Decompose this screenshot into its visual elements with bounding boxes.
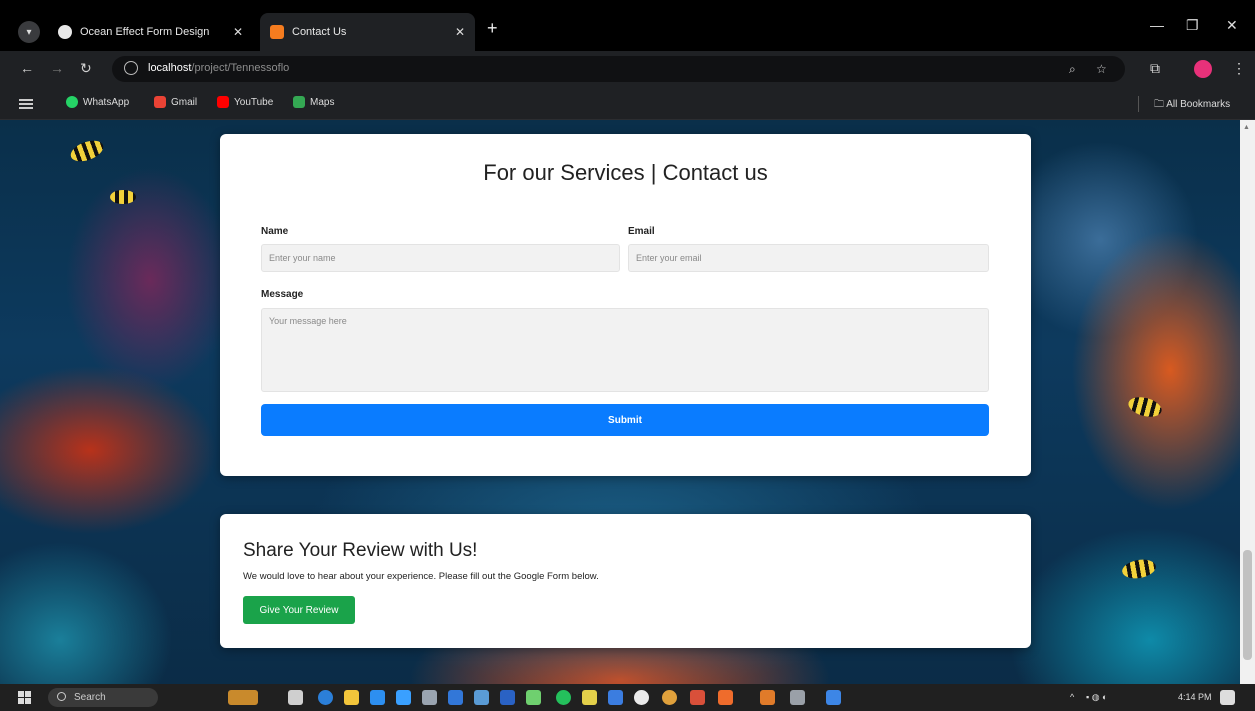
app-icon[interactable] <box>662 690 677 705</box>
close-window-icon[interactable]: ✕ <box>1226 17 1238 34</box>
vscode-icon[interactable] <box>370 690 385 705</box>
store-icon[interactable] <box>396 690 411 705</box>
bookmarks-divider <box>1138 96 1139 112</box>
message-textarea[interactable] <box>261 308 989 392</box>
fish-decoration <box>1120 557 1158 581</box>
browser-toolbar: ← → ↻ localhost/project/Tennessoflo ⌕ ☆ … <box>0 51 1255 86</box>
whatsapp-icon <box>66 96 78 108</box>
whatsapp-icon[interactable] <box>556 690 571 705</box>
review-card: Share Your Review with Us! We would love… <box>220 514 1031 648</box>
tab-title: Ocean Effect Form Design <box>80 26 210 38</box>
app-icon[interactable] <box>526 690 541 705</box>
give-review-button[interactable]: Give Your Review <box>243 596 355 624</box>
app-icon[interactable] <box>634 690 649 705</box>
tray-chevron-icon[interactable]: ^ <box>1070 692 1074 702</box>
review-title: Share Your Review with Us! <box>243 540 478 561</box>
name-label: Name <box>261 226 289 237</box>
scrollbar-thumb[interactable] <box>1243 550 1252 660</box>
tab-search-button[interactable]: ▾ <box>18 21 40 43</box>
browser-tab-bar: ▾ Ocean Effect Form Design ✕ Contact Us … <box>0 0 1255 51</box>
all-bookmarks-button[interactable]: 🗀 All Bookmarks <box>1154 97 1230 114</box>
gmail-icon <box>154 96 166 108</box>
new-tab-button[interactable]: + <box>487 19 498 37</box>
tray-icons[interactable]: ▪ ◍ ◐ <box>1086 692 1107 703</box>
page-viewport: For our Services | Contact us Name Email… <box>0 120 1240 684</box>
app-icon[interactable] <box>474 690 489 705</box>
app-icon[interactable] <box>582 690 597 705</box>
app-icon[interactable] <box>760 690 775 705</box>
bookmark-star-icon[interactable]: ☆ <box>1096 62 1107 76</box>
apps-menu-icon[interactable] <box>19 99 33 109</box>
minimize-icon[interactable]: — <box>1150 17 1164 33</box>
maps-icon <box>293 96 305 108</box>
taskbar: Search ^ ▪ ◍ ◐ 4:14 PM <box>0 684 1255 711</box>
app-icon[interactable] <box>448 690 463 705</box>
task-view-icon[interactable] <box>288 690 303 705</box>
bookmarks-bar: WhatsApp Gmail YouTube Maps 🗀 All Bookma… <box>0 86 1255 120</box>
address-bar[interactable]: localhost/project/Tennessoflo ⌕ ☆ <box>112 56 1125 82</box>
scroll-up-arrow-icon[interactable]: ▲ <box>1243 124 1250 131</box>
restore-icon[interactable]: ❐ <box>1186 17 1199 34</box>
widgets-icon[interactable] <box>228 690 258 705</box>
forward-icon[interactable]: → <box>50 60 64 76</box>
bookmark-maps[interactable]: Maps <box>293 96 334 108</box>
site-info-icon[interactable] <box>124 61 138 75</box>
app-icon[interactable] <box>826 690 841 705</box>
bookmark-whatsapp[interactable]: WhatsApp <box>66 96 129 108</box>
close-tab-icon[interactable]: ✕ <box>455 25 465 39</box>
menu-icon[interactable]: ⋮ <box>1232 60 1246 77</box>
fish-decoration <box>67 136 107 166</box>
tab-title: Contact Us <box>292 26 347 38</box>
email-label: Email <box>628 226 655 237</box>
notification-icon[interactable] <box>1220 690 1235 705</box>
submit-button[interactable]: Submit <box>261 404 989 436</box>
zoom-icon[interactable]: ⌕ <box>1069 62 1076 77</box>
clock[interactable]: 4:14 PM <box>1178 692 1212 702</box>
search-icon <box>57 692 66 701</box>
reload-icon[interactable]: ↻ <box>80 60 92 76</box>
form-title: For our Services | Contact us <box>483 160 768 185</box>
app-icon[interactable] <box>718 690 733 705</box>
close-tab-icon[interactable]: ✕ <box>233 25 243 39</box>
message-label: Message <box>261 289 304 300</box>
file-explorer-icon[interactable] <box>344 690 359 705</box>
page-favicon-icon <box>270 25 284 39</box>
bookmark-youtube[interactable]: YouTube <box>217 96 273 108</box>
edge-icon[interactable] <box>318 690 333 705</box>
bookmark-gmail[interactable]: Gmail <box>154 96 197 108</box>
contact-form: For our Services | Contact us Name Email… <box>220 134 1031 476</box>
fish-decoration <box>110 190 136 204</box>
app-icon[interactable] <box>500 690 515 705</box>
globe-icon <box>58 25 72 39</box>
chrome-icon[interactable] <box>790 690 805 705</box>
review-description: We would love to hear about your experie… <box>243 571 599 582</box>
tab-ocean-effect[interactable]: Ocean Effect Form Design ✕ <box>48 17 253 47</box>
back-icon[interactable]: ← <box>20 60 34 76</box>
tab-contact-us[interactable]: Contact Us ✕ <box>260 13 475 51</box>
name-input[interactable] <box>261 244 620 272</box>
windows-start-icon[interactable] <box>18 691 31 704</box>
taskbar-search[interactable]: Search <box>48 688 158 707</box>
app-icon[interactable] <box>422 690 437 705</box>
app-icon[interactable] <box>690 690 705 705</box>
extensions-icon[interactable]: ⧉ <box>1150 60 1160 77</box>
fish-decoration <box>1126 393 1164 421</box>
url-text: localhost/project/Tennessoflo <box>148 62 290 74</box>
app-icon[interactable] <box>608 690 623 705</box>
youtube-icon <box>217 96 229 108</box>
profile-avatar[interactable] <box>1194 60 1212 78</box>
email-input[interactable] <box>628 244 989 272</box>
